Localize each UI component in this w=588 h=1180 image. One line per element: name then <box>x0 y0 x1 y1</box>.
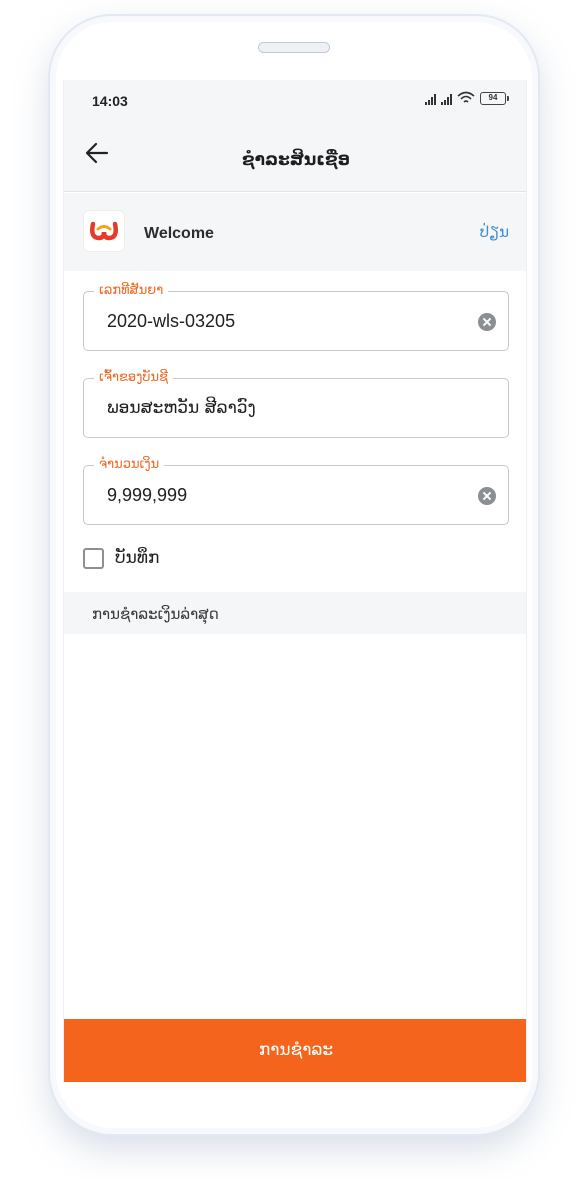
phone-speaker <box>258 42 330 53</box>
welcome-logo-icon <box>83 210 125 252</box>
clear-icon[interactable] <box>478 487 496 505</box>
signal-icon <box>425 93 436 105</box>
contract-number-value[interactable]: 2020-wls-03205 <box>107 311 235 332</box>
status-time: 14:03 <box>92 93 128 109</box>
amount-field[interactable]: ຈຳນວນເງິນ 9,999,999 <box>83 456 509 525</box>
provider-row: Welcome ປ່ຽນ <box>64 193 526 271</box>
contract-number-label: ເລກທີສັນຍາ <box>94 282 169 299</box>
recent-payments-title: ການຊຳລະເງິນລ່າສຸດ <box>92 605 219 623</box>
save-label: ບັນທຶກ <box>115 548 160 568</box>
provider-name: Welcome <box>144 225 214 242</box>
status-icons: 94 <box>425 91 509 105</box>
wifi-icon <box>457 91 475 103</box>
page-title: ຊຳລະສິນເຊື່ອ <box>242 150 350 170</box>
save-option[interactable]: ບັນທຶກ <box>83 546 159 570</box>
amount-label: ຈຳນວນເງິນ <box>94 456 165 473</box>
amount-value[interactable]: 9,999,999 <box>107 485 187 506</box>
clear-icon[interactable] <box>478 313 496 331</box>
status-bar: 14:03 94 <box>64 80 526 114</box>
signal-icon <box>441 93 452 105</box>
account-owner-field[interactable]: ເຈົ້າຂອງບັນຊີ ພອນສະຫວັນ ສີລາວົງ <box>83 369 509 438</box>
battery-level: 94 <box>488 93 498 102</box>
battery-icon: 94 <box>480 92 509 105</box>
account-owner-value[interactable]: ພອນສະຫວັນ ສີລາວົງ <box>107 398 256 418</box>
app-screen: 14:03 94 ຊຳລະສິນເຊື່ອ Welcome ປ່ຽນ ເລກທີ… <box>63 80 527 1082</box>
contract-number-field[interactable]: ເລກທີສັນຍາ 2020-wls-03205 <box>83 282 509 351</box>
account-owner-label: ເຈົ້າຂອງບັນຊີ <box>94 369 174 386</box>
pay-button[interactable]: ການຊຳລະ <box>64 1019 526 1082</box>
recent-payments-header: ການຊຳລະເງິນລ່າສຸດ <box>64 592 526 634</box>
app-bar: ຊຳລະສິນເຊື່ອ <box>64 114 526 192</box>
change-provider-link[interactable]: ປ່ຽນ <box>480 223 509 241</box>
save-checkbox[interactable] <box>83 547 104 569</box>
